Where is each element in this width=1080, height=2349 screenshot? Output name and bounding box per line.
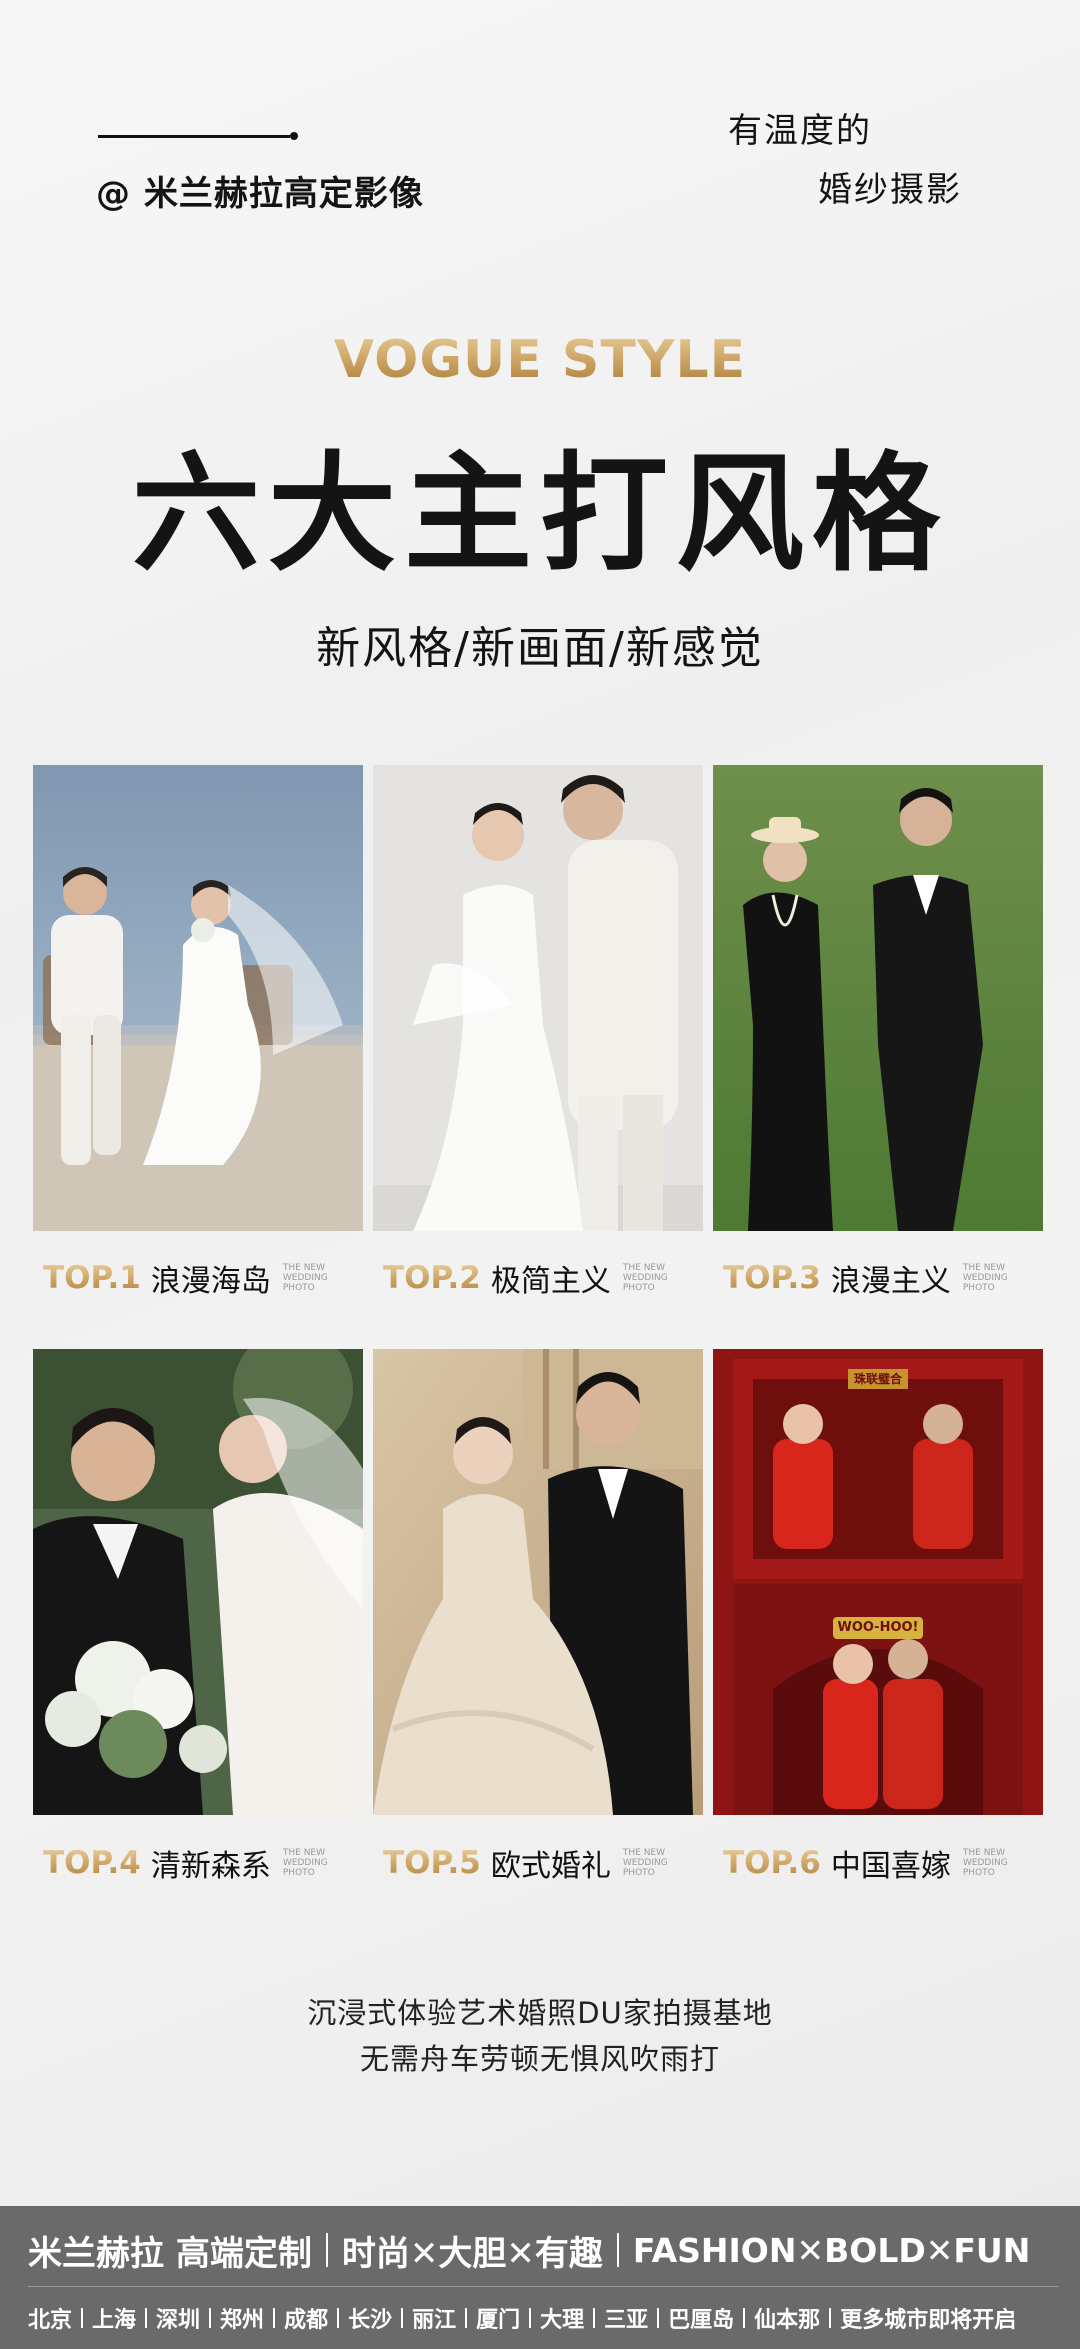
header-rule	[98, 135, 290, 138]
romantic-photo-illustration	[713, 765, 1043, 1231]
chinese-photo-illustration	[713, 1349, 1043, 1815]
city-separator	[829, 2308, 832, 2328]
city-separator	[81, 2308, 84, 2328]
style-name: 浪漫主义	[830, 1264, 951, 1299]
style-name: 欧式婚礼	[490, 1849, 611, 1884]
city-separator	[145, 2308, 148, 2328]
closing-line-1: 沉浸式体验艺术婚照DU家拍摄基地	[307, 1996, 773, 2030]
city-name: 大理	[540, 2308, 585, 2333]
style-caption-4: TOP.4 清新森系 THE NEW WEDDING PHOTO	[33, 1838, 363, 1888]
style-name: 中国喜嫁	[830, 1849, 951, 1884]
city-separator	[657, 2308, 660, 2328]
style-photo-4[interactable]	[33, 1349, 363, 1815]
english-title: VOGUE STYLE	[0, 330, 1080, 390]
caption-fine-print: THE NEW WEDDING PHOTO	[622, 1263, 668, 1293]
city-name: 三亚	[604, 2308, 649, 2333]
footer-slogan-en: FASHION✕BOLD✕FUN	[632, 2230, 1031, 2270]
footer-slogans: 米兰赫拉 高端定制 时尚✕大胆✕有趣 FASHION✕BOLD✕FUN	[28, 2220, 1030, 2280]
city-name: 厦门	[476, 2308, 521, 2333]
rank-label: TOP.2	[383, 1260, 481, 1296]
style-caption-6: TOP.6 中国喜嫁 THE NEW WEDDING PHOTO	[713, 1838, 1043, 1888]
header-rule-dot	[290, 132, 298, 140]
caption-fine-print: THE NEW WEDDING PHOTO	[962, 1848, 1008, 1878]
rank-label: TOP.6	[723, 1845, 821, 1881]
caption-fine-print: THE NEW WEDDING PHOTO	[282, 1848, 328, 1878]
city-name: 巴厘岛	[668, 2308, 735, 2333]
city-name: 更多城市即将开启	[840, 2308, 1017, 2333]
rank-label: TOP.3	[723, 1260, 821, 1296]
city-name: 郑州	[220, 2308, 265, 2333]
caption-fine-print: THE NEW WEDDING PHOTO	[282, 1263, 328, 1293]
city-name: 成都	[284, 2308, 329, 2333]
footer-separator	[325, 2233, 328, 2267]
city-name: 上海	[92, 2308, 137, 2333]
style-photo-3[interactable]	[713, 765, 1043, 1231]
city-name: 仙本那	[754, 2308, 821, 2333]
caption-fine-print: THE NEW WEDDING PHOTO	[622, 1848, 668, 1878]
city-separator	[273, 2308, 276, 2328]
style-photo-5[interactable]	[373, 1349, 703, 1815]
style-caption-1: TOP.1 浪漫海岛 THE NEW WEDDING PHOTO	[33, 1253, 363, 1303]
style-name: 清新森系	[150, 1849, 271, 1884]
footer-city-list: 北京 上海 深圳 郑州 成都 长沙 丽江 厦门 大理 三亚 巴厘岛 仙本那 更多城市即将开启	[28, 2296, 1016, 2340]
closing-line-2: 无需舟车劳顿无惧风吹雨打	[359, 2042, 720, 2076]
style-name: 极简主义	[490, 1264, 611, 1299]
page-subtitle: 新风格/新画面/新感觉	[316, 623, 764, 674]
minimal-photo-illustration	[373, 765, 703, 1231]
footer-separator	[616, 2233, 619, 2267]
city-separator	[209, 2308, 212, 2328]
tagline-line2: 婚纱摄影	[818, 170, 962, 210]
rank-label: TOP.4	[43, 1845, 141, 1881]
city-name: 丽江	[412, 2308, 457, 2333]
rank-label: TOP.5	[383, 1845, 481, 1881]
sign-woo-hoo: WOO-HOO!	[837, 1620, 919, 1635]
city-name: 深圳	[156, 2308, 201, 2333]
city-separator	[337, 2308, 340, 2328]
style-photo-1[interactable]	[33, 765, 363, 1231]
style-photo-6[interactable]: 珠联璧合 WOO-HOO!	[713, 1349, 1043, 1815]
footer-slogan-cn: 时尚✕大胆✕有趣	[341, 2233, 603, 2274]
footer-divider	[28, 2286, 1058, 2287]
caption-fine-print: THE NEW WEDDING PHOTO	[962, 1263, 1008, 1293]
style-name: 浪漫海岛	[150, 1264, 271, 1299]
city-separator	[465, 2308, 468, 2328]
city-name: 长沙	[348, 2308, 393, 2333]
style-caption-5: TOP.5 欧式婚礼 THE NEW WEDDING PHOTO	[373, 1838, 703, 1888]
sign-zhulianbihe: 珠联璧合	[853, 1372, 902, 1386]
european-photo-illustration	[373, 1349, 703, 1815]
style-caption-2: TOP.2 极简主义 THE NEW WEDDING PHOTO	[373, 1253, 703, 1303]
city-separator	[529, 2308, 532, 2328]
tagline-line1: 有温度的	[728, 111, 872, 151]
footer-slogan-brand: 米兰赫拉 高端定制	[28, 2233, 312, 2274]
city-separator	[401, 2308, 404, 2328]
rank-label: TOP.1	[43, 1260, 141, 1296]
page-title: 六大主打风格	[131, 440, 948, 589]
brand-handle: @ 米兰赫拉高定影像	[96, 174, 424, 214]
forest-photo-illustration	[33, 1349, 363, 1815]
style-photo-2[interactable]	[373, 765, 703, 1231]
city-separator	[743, 2308, 746, 2328]
city-name: 北京	[28, 2308, 73, 2333]
style-caption-3: TOP.3 浪漫主义 THE NEW WEDDING PHOTO	[713, 1253, 1043, 1303]
island-photo-illustration	[33, 765, 363, 1231]
city-separator	[593, 2308, 596, 2328]
footer-bar: 米兰赫拉 高端定制 时尚✕大胆✕有趣 FASHION✕BOLD✕FUN 北京 上海…	[0, 2206, 1080, 2349]
